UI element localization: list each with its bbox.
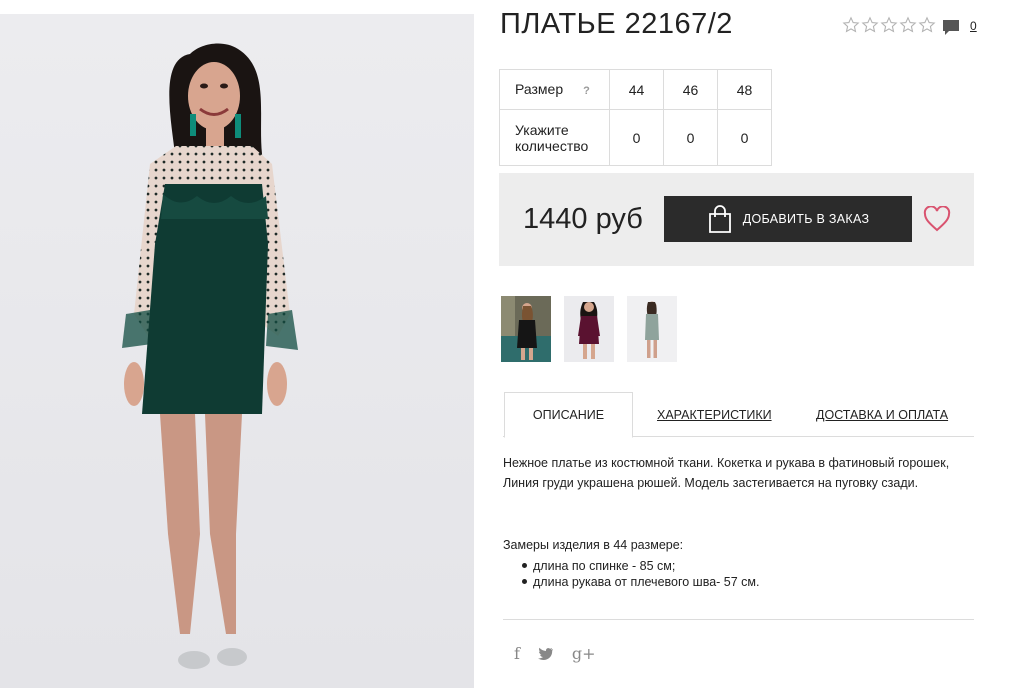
add-to-order-button[interactable]: ДОБАВИТЬ В ЗАКАЗ xyxy=(664,196,912,242)
model-illustration xyxy=(0,14,474,688)
size-46: 46 xyxy=(663,69,718,110)
thumb-grey-dress[interactable] xyxy=(627,296,677,362)
quantity-row: Укажите количество 0 0 0 xyxy=(499,109,772,166)
heart-icon[interactable] xyxy=(923,206,951,232)
thumbnail-gallery xyxy=(501,296,677,362)
comments-link[interactable]: 0 xyxy=(942,18,977,36)
thumb-burgundy-dress[interactable] xyxy=(564,296,614,362)
add-to-order-label: ДОБАВИТЬ В ЗАКАЗ xyxy=(742,212,870,226)
shopping-bag-icon xyxy=(708,205,731,233)
star-icon[interactable] xyxy=(918,16,936,34)
product-title: ПЛАТЬЕ 22167/2 xyxy=(500,8,733,40)
list-item: длина рукава от плечевого шва- 57 см. xyxy=(520,574,760,590)
rating-stars[interactable] xyxy=(842,16,936,34)
thumb-black-dress[interactable] xyxy=(501,296,551,362)
size-48: 48 xyxy=(717,69,772,110)
quantity-input-44[interactable]: 0 xyxy=(609,109,664,166)
star-icon[interactable] xyxy=(861,16,879,34)
facebook-icon[interactable]: f xyxy=(514,644,520,663)
size-44: 44 xyxy=(609,69,664,110)
price: 1440 руб xyxy=(523,203,643,235)
social-share: f g+ xyxy=(514,644,596,663)
star-icon[interactable] xyxy=(842,16,860,34)
size-label: Размер xyxy=(515,80,564,97)
googleplus-icon[interactable]: g+ xyxy=(572,644,596,663)
measurements-title: Замеры изделия в 44 размере: xyxy=(503,538,684,552)
quantity-input-48[interactable]: 0 xyxy=(717,109,772,166)
tab-description[interactable]: ОПИСАНИЕ xyxy=(504,392,633,438)
measurements-list: длина по спинке - 85 см; длина рукава от… xyxy=(520,558,760,590)
help-icon[interactable]: ? xyxy=(583,85,590,97)
size-label-cell: Размер? xyxy=(499,69,610,110)
divider xyxy=(503,619,974,620)
product-tabs: ОПИСАНИЕ ХАРАКТЕРИСТИКИ ДОСТАВКА И ОПЛАТ… xyxy=(503,392,974,438)
size-row: Размер? 44 46 48 xyxy=(499,69,772,110)
product-description: Нежное платье из костюмной ткани. Кокетк… xyxy=(503,456,950,490)
size-table: Размер? 44 46 48 Укажите количество 0 0 … xyxy=(499,69,772,166)
quantity-input-46[interactable]: 0 xyxy=(663,109,718,166)
price-box: 1440 руб ДОБАВИТЬ В ЗАКАЗ xyxy=(499,173,974,266)
list-item: длина по спинке - 85 см; xyxy=(520,558,760,574)
comment-count[interactable]: 0 xyxy=(970,19,977,33)
twitter-icon[interactable] xyxy=(537,647,554,661)
star-icon[interactable] xyxy=(880,16,898,34)
product-main-photo[interactable] xyxy=(0,14,474,688)
star-icon[interactable] xyxy=(899,16,917,34)
tab-characteristics[interactable]: ХАРАКТЕРИСТИКИ xyxy=(657,392,772,437)
quantity-label: Укажите количество xyxy=(499,109,610,166)
tab-delivery-payment[interactable]: ДОСТАВКА И ОПЛАТА xyxy=(816,392,948,437)
comment-icon xyxy=(943,20,959,35)
